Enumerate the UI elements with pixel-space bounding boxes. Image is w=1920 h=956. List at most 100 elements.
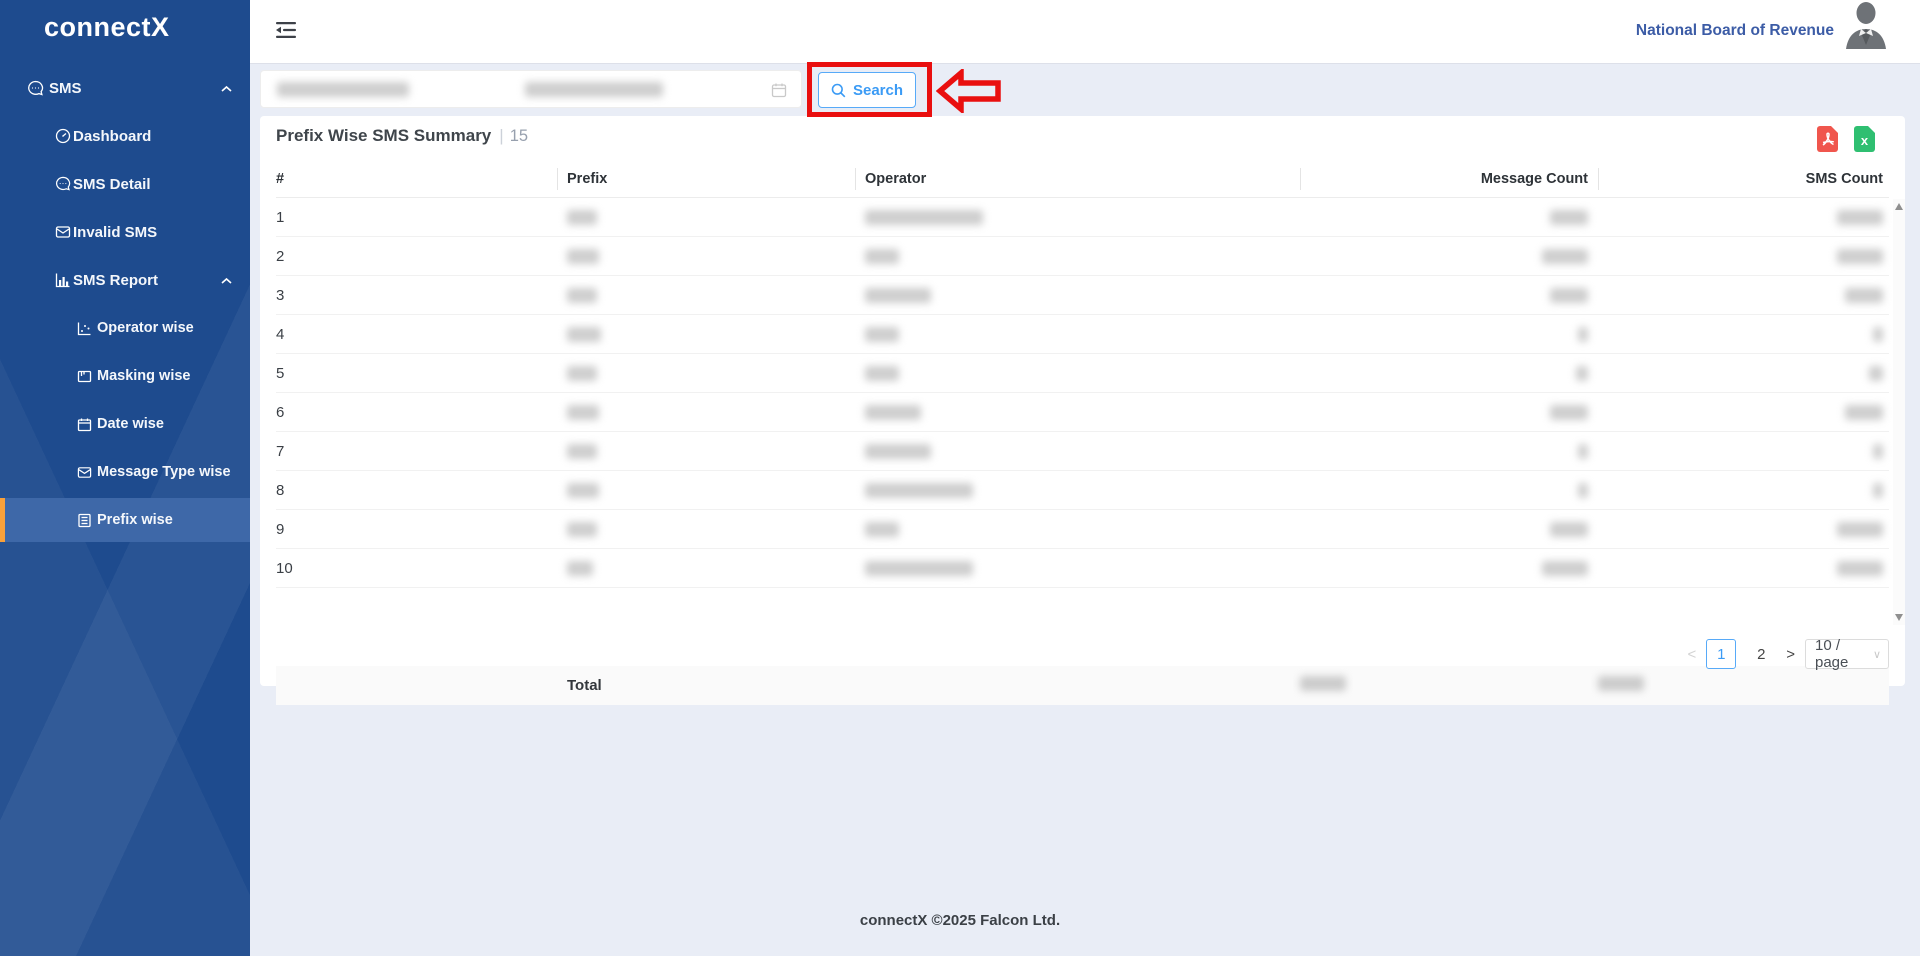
table-row[interactable]: 4 bbox=[276, 315, 1889, 354]
sidebar-item-label: Masking wise bbox=[97, 368, 190, 384]
table-row[interactable]: 7 bbox=[276, 432, 1889, 471]
mail-icon bbox=[54, 224, 71, 241]
row-index: 2 bbox=[276, 237, 557, 276]
footer-text: connectX ©2025 Falcon Ltd. bbox=[860, 912, 1060, 929]
menu-fold-icon[interactable] bbox=[276, 21, 298, 41]
sidebar-item-prefix-wise[interactable]: Prefix wise bbox=[0, 498, 250, 542]
sidebar-item-label: Message Type wise bbox=[97, 464, 231, 480]
pdf-export-icon[interactable] bbox=[1817, 126, 1838, 152]
message-count-redacted bbox=[1578, 483, 1588, 498]
column-header-operator[interactable]: Operator bbox=[855, 160, 1300, 198]
title-divider: | bbox=[499, 126, 503, 145]
column-header-index[interactable]: # bbox=[276, 160, 557, 198]
sidebar-item-masking-wise[interactable]: Masking wise bbox=[0, 352, 250, 400]
mail-icon bbox=[76, 464, 93, 481]
message-count-redacted bbox=[1550, 405, 1588, 420]
table-row[interactable]: 9 bbox=[276, 510, 1889, 549]
operator-redacted bbox=[865, 249, 899, 264]
operator-redacted bbox=[865, 522, 899, 537]
sidebar: connectX SMS Dashboard bbox=[0, 0, 250, 956]
sms-count-redacted bbox=[1873, 327, 1883, 342]
sms-count-redacted bbox=[1873, 444, 1883, 459]
sms-count-redacted bbox=[1837, 561, 1883, 576]
pagination-prev-icon[interactable]: < bbox=[1687, 646, 1696, 663]
sidebar-item-date-wise[interactable]: Date wise bbox=[0, 400, 250, 448]
operator-redacted bbox=[865, 366, 899, 381]
operator-redacted bbox=[865, 327, 899, 342]
message-count-redacted bbox=[1542, 249, 1588, 264]
total-sms-count-redacted bbox=[1598, 676, 1644, 691]
operator-redacted bbox=[865, 288, 931, 303]
scroll-up-icon[interactable] bbox=[1895, 203, 1903, 210]
table-row[interactable]: 2 bbox=[276, 237, 1889, 276]
message-count-redacted bbox=[1550, 522, 1588, 537]
page-size-value: 10 / page bbox=[1815, 637, 1873, 671]
sidebar-item-label: Operator wise bbox=[97, 320, 194, 336]
sms-count-redacted bbox=[1845, 288, 1883, 303]
table-row[interactable]: 5 bbox=[276, 354, 1889, 393]
sidebar-item-invalid-sms[interactable]: Invalid SMS bbox=[0, 208, 250, 256]
dashboard-gauge-icon bbox=[54, 128, 71, 145]
table-row[interactable]: 3 bbox=[276, 276, 1889, 315]
sidebar-menu: SMS Dashboard SMS Detail bbox=[0, 64, 250, 544]
start-date-redacted bbox=[277, 82, 409, 97]
pagination-page-2[interactable]: 2 bbox=[1746, 639, 1776, 669]
table-row[interactable]: 1 bbox=[276, 198, 1889, 237]
operator-redacted bbox=[865, 483, 973, 498]
operator-redacted bbox=[865, 210, 983, 225]
date-range-input[interactable] bbox=[260, 70, 802, 108]
column-header-sms-count[interactable]: SMS Count bbox=[1598, 160, 1889, 198]
sms-count-redacted bbox=[1837, 522, 1883, 537]
search-button[interactable]: Search bbox=[818, 72, 916, 108]
chat-bubble-icon bbox=[54, 176, 71, 193]
prefix-redacted bbox=[567, 210, 597, 225]
prefix-redacted bbox=[567, 483, 599, 498]
column-header-message-count[interactable]: Message Count bbox=[1300, 160, 1598, 198]
sidebar-item-label: Prefix wise bbox=[97, 512, 173, 528]
main-content: Search Prefix Wise SMS Summary|15 x bbox=[250, 63, 1920, 956]
table-row[interactable]: 10 bbox=[276, 549, 1889, 588]
message-count-redacted bbox=[1578, 327, 1588, 342]
row-index: 7 bbox=[276, 432, 557, 471]
calendar-icon bbox=[771, 82, 787, 103]
row-index: 10 bbox=[276, 549, 557, 588]
sidebar-item-dashboard[interactable]: Dashboard bbox=[0, 112, 250, 160]
table-scrollbar[interactable] bbox=[1893, 199, 1905, 625]
message-count-redacted bbox=[1542, 561, 1588, 576]
table-row[interactable]: 6 bbox=[276, 393, 1889, 432]
pagination-next-icon[interactable]: > bbox=[1786, 646, 1795, 663]
total-label: Total bbox=[557, 677, 855, 694]
message-count-redacted bbox=[1576, 366, 1588, 381]
sidebar-item-sms[interactable]: SMS bbox=[0, 64, 250, 112]
bar-chart-icon bbox=[54, 272, 71, 289]
sidebar-item-label: Date wise bbox=[97, 416, 164, 432]
row-index: 4 bbox=[276, 315, 557, 354]
sms-count-redacted bbox=[1869, 366, 1883, 381]
sidebar-item-operator-wise[interactable]: Operator wise bbox=[0, 304, 250, 352]
prefix-redacted bbox=[567, 327, 601, 342]
pagination-page-1[interactable]: 1 bbox=[1706, 639, 1736, 669]
list-table-icon bbox=[76, 512, 93, 529]
prefix-redacted bbox=[567, 444, 597, 459]
sidebar-item-label: SMS Report bbox=[73, 272, 158, 289]
table-header: # Prefix Operator Message Count SMS Coun… bbox=[276, 160, 1889, 198]
chat-bubble-icon bbox=[27, 80, 44, 97]
card-header: Prefix Wise SMS Summary|15 x bbox=[276, 126, 1889, 160]
operator-redacted bbox=[865, 405, 921, 420]
pagination: < 1 2 > 10 / page ∨ bbox=[1687, 639, 1889, 669]
row-index: 8 bbox=[276, 471, 557, 510]
sms-count-redacted bbox=[1837, 210, 1883, 225]
sidebar-item-sms-report[interactable]: SMS Report bbox=[0, 256, 250, 304]
sms-count-redacted bbox=[1845, 405, 1883, 420]
sidebar-item-sms-detail[interactable]: SMS Detail bbox=[0, 160, 250, 208]
column-header-prefix[interactable]: Prefix bbox=[557, 160, 855, 198]
user-avatar[interactable] bbox=[1844, 1, 1888, 49]
page-size-select[interactable]: 10 / page ∨ bbox=[1805, 639, 1889, 669]
message-count-redacted bbox=[1550, 210, 1588, 225]
app-window: connectX SMS Dashboard bbox=[0, 0, 1920, 956]
table-row[interactable]: 8 bbox=[276, 471, 1889, 510]
excel-export-icon[interactable]: x bbox=[1854, 126, 1875, 152]
sidebar-item-message-type-wise[interactable]: Message Type wise bbox=[0, 448, 250, 496]
scroll-down-icon[interactable] bbox=[1895, 614, 1903, 621]
sidebar-item-label: Dashboard bbox=[73, 128, 151, 145]
